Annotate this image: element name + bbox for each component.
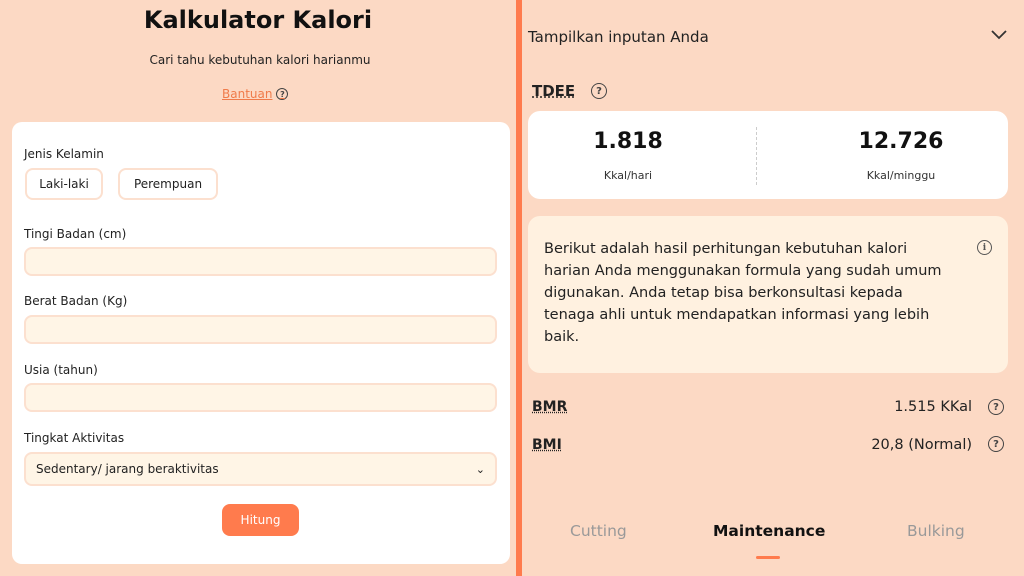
tab-maintenance[interactable]: Maintenance	[713, 522, 825, 540]
calculator-panel: Kalkulator Kalori Cari tahu kebutuhan ka…	[0, 0, 516, 576]
question-icon[interactable]: ?	[591, 83, 607, 99]
bmi-label[interactable]: BMI	[532, 437, 562, 453]
weight-label: Berat Badan (Kg)	[24, 294, 128, 308]
tdee-daily-value: 1.818	[593, 129, 663, 154]
activity-select[interactable]: Sedentary/ jarang beraktivitas ⌄	[24, 452, 497, 486]
weight-input[interactable]	[24, 315, 497, 344]
tab-bulking[interactable]: Bulking	[907, 522, 965, 540]
results-panel: Tampilkan inputan Anda TDEE ? 1.818 Kkal…	[522, 0, 1024, 576]
tdee-weekly-unit: Kkal/minggu	[866, 169, 936, 182]
activity-selected-value: Sedentary/ jarang beraktivitas	[36, 462, 219, 476]
help-link[interactable]: Bantuan ?	[222, 87, 289, 101]
tdee-weekly-value: 12.726	[858, 129, 944, 154]
chevron-down-icon: ⌄	[475, 462, 485, 476]
gender-female-button[interactable]: Perempuan	[118, 168, 218, 200]
age-input[interactable]	[24, 383, 497, 412]
active-tab-indicator	[756, 556, 780, 559]
gender-label: Jenis Kelamin	[24, 147, 104, 161]
bmi-value: 20,8 (Normal)	[871, 437, 972, 453]
page-subtitle: Cari tahu kebutuhan kalori harianmu	[149, 53, 371, 67]
info-icon[interactable]: i	[977, 240, 992, 255]
help-link-label[interactable]: Bantuan	[222, 87, 272, 101]
show-inputs-toggle[interactable]: Tampilkan inputan Anda	[528, 28, 709, 46]
gender-male-button[interactable]: Laki-laki	[25, 168, 103, 200]
age-label: Usia (tahun)	[24, 363, 98, 377]
info-card: Berikut adalah hasil perhitungan kebutuh…	[528, 216, 1008, 373]
chevron-down-icon[interactable]	[990, 29, 1008, 41]
tab-cutting[interactable]: Cutting	[570, 522, 627, 540]
calculate-button[interactable]: Hitung	[222, 504, 299, 536]
plan-tabs: Cutting Maintenance Bulking	[522, 522, 1024, 576]
page-title: Kalkulator Kalori	[143, 6, 373, 34]
height-input[interactable]	[24, 247, 497, 276]
input-form: Jenis Kelamin Laki-laki Perempuan Tingi …	[12, 122, 510, 564]
question-icon[interactable]: ?	[988, 436, 1004, 452]
tdee-daily-unit: Kkal/hari	[603, 169, 653, 182]
bmr-label[interactable]: BMR	[532, 399, 567, 415]
question-icon[interactable]: ?	[988, 399, 1004, 415]
tdee-label[interactable]: TDEE	[532, 82, 575, 100]
height-label: Tingi Badan (cm)	[24, 227, 127, 241]
info-text: Berikut adalah hasil perhitungan kebutuh…	[544, 241, 942, 345]
tdee-card: 1.818 Kkal/hari 12.726 Kkal/minggu	[528, 111, 1008, 199]
bmr-value: 1.515 KKal	[894, 399, 972, 415]
activity-label: Tingkat Aktivitas	[24, 431, 125, 445]
question-icon: ?	[276, 88, 289, 100]
tdee-separator	[756, 127, 757, 185]
